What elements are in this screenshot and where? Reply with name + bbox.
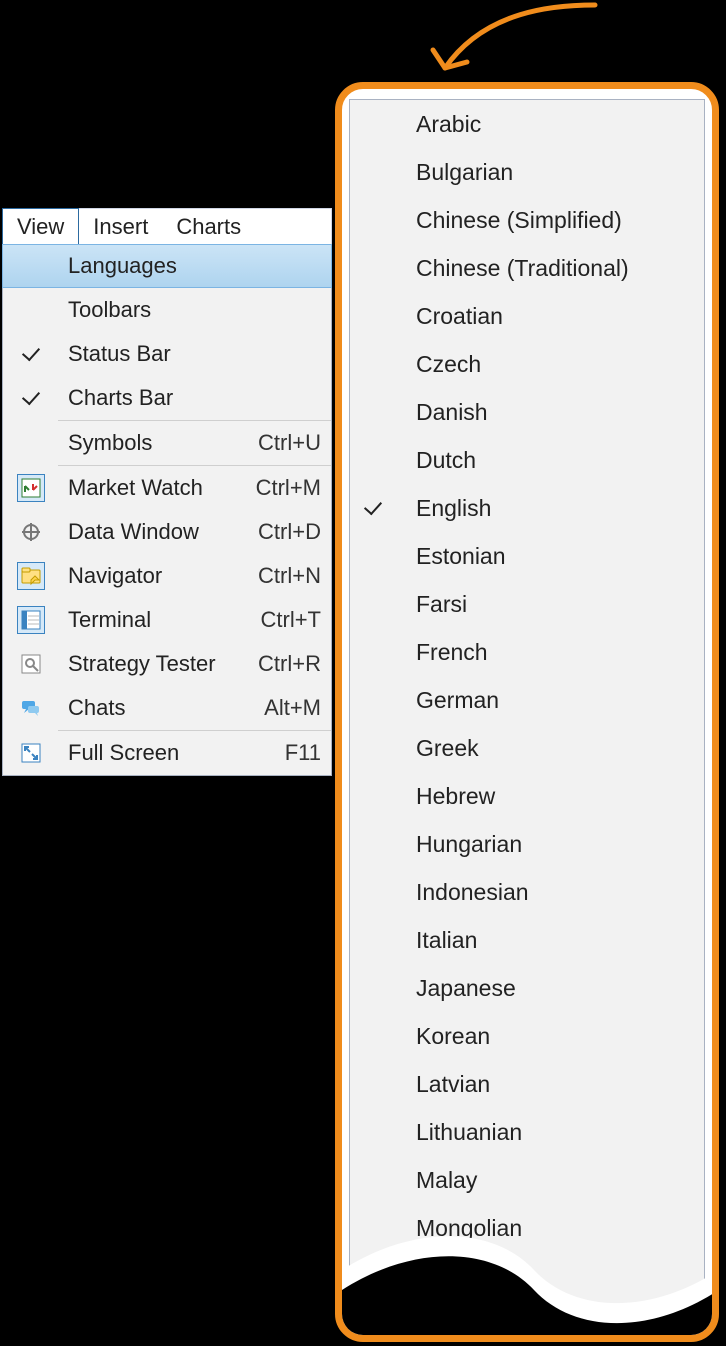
menu-item-languages[interactable]: Languages [2, 244, 332, 288]
language-label: Dutch [396, 447, 476, 474]
language-item[interactable]: Chinese (Traditional) [350, 244, 704, 292]
menu-item-strategy-tester[interactable]: Strategy Tester Ctrl+R [3, 642, 331, 686]
language-label: French [396, 639, 488, 666]
shortcut-label: F11 [285, 740, 331, 766]
language-label: Bulgarian [396, 159, 513, 186]
check-icon [365, 500, 381, 516]
language-label: Chinese (Simplified) [396, 207, 622, 234]
language-item[interactable]: Bulgarian [350, 148, 704, 196]
shortcut-label: Ctrl+N [258, 563, 331, 589]
language-item[interactable]: Farsi [350, 580, 704, 628]
check-icon [23, 346, 39, 362]
language-label: Malay [396, 1167, 477, 1194]
language-item[interactable]: Croatian [350, 292, 704, 340]
language-label: Italian [396, 927, 477, 954]
languages-callout-frame: Arabic Bulgarian Chinese (Simplified) Chine… [335, 82, 719, 1342]
shortcut-label: Ctrl+M [256, 475, 331, 501]
language-label: Czech [396, 351, 481, 378]
language-label: Croatian [396, 303, 503, 330]
menu-item-full-screen[interactable]: Full Screen F11 [3, 731, 331, 775]
language-item[interactable]: Hebrew [350, 772, 704, 820]
language-item[interactable]: Danish [350, 388, 704, 436]
menubar-item-view[interactable]: View [2, 208, 79, 245]
language-item[interactable]: Malay [350, 1156, 704, 1204]
language-label: German [396, 687, 499, 714]
language-item[interactable]: Indonesian [350, 868, 704, 916]
language-label: Mongolian [396, 1215, 522, 1242]
language-label: English [396, 495, 491, 522]
language-label: Polish [396, 1263, 479, 1290]
language-item[interactable]: Estonian [350, 532, 704, 580]
language-label: Farsi [396, 591, 467, 618]
menu-item-toolbars[interactable]: Toolbars [3, 288, 331, 332]
language-label: Latvian [396, 1071, 490, 1098]
menubar-item-charts[interactable]: Charts [162, 209, 255, 244]
terminal-icon [17, 606, 45, 634]
shortcut-label: Ctrl+U [258, 430, 331, 456]
language-item[interactable]: Dutch [350, 436, 704, 484]
check-icon [23, 390, 39, 406]
language-item[interactable]: Italian [350, 916, 704, 964]
language-item[interactable]: Japanese [350, 964, 704, 1012]
language-label: Korean [396, 1023, 490, 1050]
language-item[interactable]: German [350, 676, 704, 724]
navigator-icon [17, 562, 45, 590]
language-item[interactable]: Polish [350, 1252, 704, 1300]
language-label: Lithuanian [396, 1119, 522, 1146]
data-window-icon [17, 518, 45, 546]
shortcut-label: Ctrl+T [261, 607, 332, 633]
language-label: Arabic [396, 111, 481, 138]
language-label: Danish [396, 399, 488, 426]
language-item[interactable]: Korean [350, 1012, 704, 1060]
language-item[interactable]: Czech [350, 340, 704, 388]
menu-item-status-bar[interactable]: Status Bar [3, 332, 331, 376]
menu-item-symbols[interactable]: Symbols Ctrl+U [3, 421, 331, 465]
menubar: View Insert Charts [2, 208, 332, 245]
full-screen-icon [17, 739, 45, 767]
shortcut-label: Ctrl+D [258, 519, 331, 545]
language-label: Greek [396, 735, 479, 762]
language-item[interactable]: Greek [350, 724, 704, 772]
menu-item-chats[interactable]: Chats Alt+M [3, 686, 331, 730]
menu-item-data-window[interactable]: Data Window Ctrl+D [3, 510, 331, 554]
languages-submenu: Arabic Bulgarian Chinese (Simplified) Chine… [349, 99, 705, 1305]
shortcut-label: Ctrl+R [258, 651, 331, 677]
menu-item-charts-bar[interactable]: Charts Bar [3, 376, 331, 420]
language-label: Indonesian [396, 879, 529, 906]
chats-icon [17, 694, 45, 722]
language-label: Hungarian [396, 831, 522, 858]
menu-item-navigator[interactable]: Navigator Ctrl+N [3, 554, 331, 598]
language-item[interactable]: French [350, 628, 704, 676]
language-item[interactable]: Lithuanian [350, 1108, 704, 1156]
language-label: Hebrew [396, 783, 495, 810]
language-item[interactable]: Chinese (Simplified) [350, 196, 704, 244]
language-label: Estonian [396, 543, 506, 570]
language-item[interactable]: Hungarian [350, 820, 704, 868]
market-watch-icon [17, 474, 45, 502]
menu-item-terminal[interactable]: Terminal Ctrl+T [3, 598, 331, 642]
language-item[interactable]: Latvian [350, 1060, 704, 1108]
shortcut-label: Alt+M [264, 695, 331, 721]
view-menu-dropdown: Languages Toolbars Status Bar Charts Bar… [2, 245, 332, 776]
strategy-tester-icon [17, 650, 45, 678]
language-label: Japanese [396, 975, 516, 1002]
language-item[interactable]: Mongolian [350, 1204, 704, 1252]
language-item[interactable]: Arabic [350, 100, 704, 148]
language-label: Chinese (Traditional) [396, 255, 629, 282]
language-item[interactable]: English [350, 484, 704, 532]
menubar-item-insert[interactable]: Insert [79, 209, 162, 244]
menu-item-market-watch[interactable]: Market Watch Ctrl+M [3, 466, 331, 510]
